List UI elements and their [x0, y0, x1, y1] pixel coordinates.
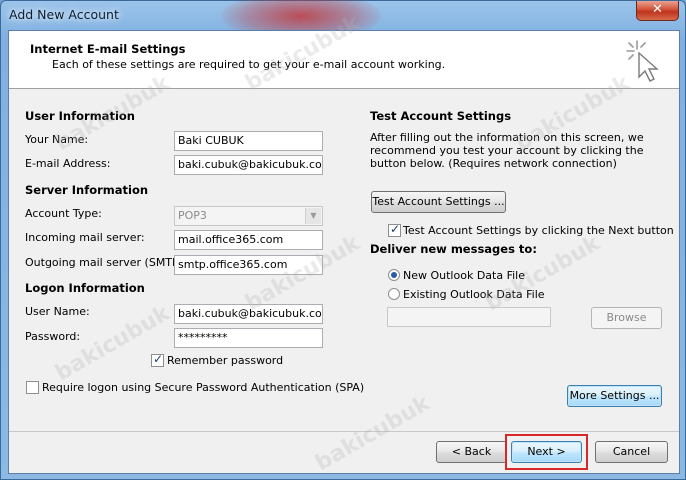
outgoing-server-label: Outgoing mail server (SMTP): [25, 256, 187, 269]
new-data-file-label: New Outlook Data File [403, 269, 525, 282]
password-label: Password: [25, 330, 81, 343]
spa-label: Require logon using Secure Password Auth… [42, 381, 365, 394]
account-type-value: POP3 [178, 209, 207, 222]
remember-password-label: Remember password [167, 354, 284, 367]
test-on-next-label: Test Account Settings by clicking the Ne… [403, 224, 674, 237]
email-address-label: E-mail Address: [25, 157, 111, 170]
dialog-client-area: Internet E-mail Settings Each of these s… [8, 11, 680, 477]
server-info-heading: Server Information [25, 183, 149, 197]
your-name-field[interactable]: Baki CUBUK [174, 131, 323, 151]
username-label: User Name: [25, 305, 90, 318]
window-title: Add New Account [9, 7, 119, 22]
spa-checkbox[interactable] [26, 381, 39, 394]
cursor-sparkle-icon [626, 40, 659, 82]
account-type-select: POP3 ▼ [174, 206, 323, 226]
new-data-file-radio[interactable] [388, 269, 400, 281]
data-file-path-field [387, 307, 551, 327]
header-band: Internet E-mail Settings Each of these s… [9, 31, 679, 89]
password-field[interactable]: ********* [174, 328, 323, 348]
more-settings-button[interactable]: More Settings ... [567, 385, 662, 407]
deliver-heading: Deliver new messages to: [370, 242, 537, 256]
close-button[interactable]: ✕ [636, 1, 679, 21]
email-address-field[interactable]: baki.cubuk@bakicubuk.com.tr [174, 155, 323, 175]
test-settings-heading: Test Account Settings [370, 109, 512, 123]
page-subtitle: Each of these settings are required to g… [52, 58, 446, 71]
your-name-label: Your Name: [25, 133, 89, 146]
test-settings-description: After filling out the information on thi… [370, 131, 644, 170]
incoming-server-label: Incoming mail server: [25, 231, 145, 244]
existing-data-file-radio[interactable] [388, 288, 400, 300]
cancel-button[interactable]: Cancel [595, 441, 668, 463]
remember-password-checkbox[interactable] [151, 352, 164, 367]
test-account-settings-button[interactable]: Test Account Settings ... [371, 191, 506, 213]
incoming-server-field[interactable]: mail.office365.com [174, 230, 323, 250]
username-field[interactable]: baki.cubuk@bakicubuk.com.tr [174, 304, 323, 324]
account-type-label: Account Type: [25, 207, 102, 220]
next-button-highlight [505, 434, 588, 470]
back-button[interactable]: < Back [436, 441, 507, 463]
outgoing-server-field[interactable]: smtp.office365.com [174, 255, 323, 275]
window-frame: Add New Account ✕ Internet E-mail Settin… [0, 0, 686, 480]
test-on-next-checkbox[interactable] [388, 222, 401, 237]
browse-button: Browse [591, 307, 662, 329]
page-title: Internet E-mail Settings [30, 42, 186, 56]
existing-data-file-label: Existing Outlook Data File [403, 288, 545, 301]
footer-divider [9, 431, 679, 432]
chevron-down-icon: ▼ [305, 208, 321, 224]
user-info-heading: User Information [25, 109, 135, 123]
logon-info-heading: Logon Information [25, 281, 145, 295]
watermark: bakicubuk [311, 390, 435, 477]
